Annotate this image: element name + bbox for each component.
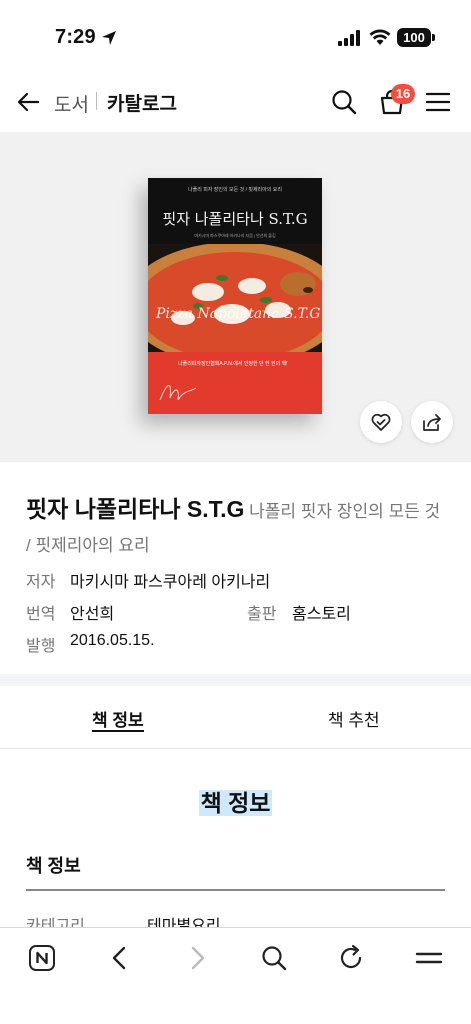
sub-heading-rule bbox=[26, 889, 445, 891]
tab-book-recommendation[interactable]: 책 추천 bbox=[328, 706, 380, 731]
content-tabs: 책 정보 책 추천 bbox=[0, 686, 471, 749]
section-heading: 책 정보 bbox=[0, 784, 471, 818]
cellular-signal-icon bbox=[338, 30, 360, 46]
status-time: 7:29 bbox=[55, 26, 96, 48]
book-cover-image[interactable]: 나폴리 피자 장인의 모든 것 / 핏제리아의 요리 핏자 나폴리타나 S.T.… bbox=[148, 178, 322, 414]
publisher-label: 출판 bbox=[247, 606, 277, 623]
cover-subtitle: 나폴리 피자 장인의 모든 것 / 핏제리아의 요리 bbox=[188, 187, 282, 193]
top-navigation-bar: 도서 카탈로그 16 bbox=[0, 72, 471, 132]
browser-toolbar bbox=[0, 927, 471, 1024]
arrow-left-icon[interactable] bbox=[16, 90, 40, 114]
forward-chevron-icon[interactable] bbox=[183, 944, 211, 972]
location-arrow-icon bbox=[102, 31, 116, 45]
wifi-icon bbox=[369, 29, 391, 45]
book-title-block: 핏자 나폴리타나 S.T.G 나폴리 핏자 장인의 모든 것 / 핏제리아의 요… bbox=[26, 492, 446, 563]
pizza-photo bbox=[148, 244, 322, 352]
breadcrumb-current[interactable]: 카탈로그 bbox=[107, 89, 177, 116]
cover-script-text: Pizza Napoletana S.T.G bbox=[156, 306, 321, 322]
wishlist-button[interactable] bbox=[360, 401, 402, 443]
cover-title: 핏자 나폴리타나 S.T.G bbox=[162, 210, 308, 228]
back-chevron-icon[interactable] bbox=[106, 944, 134, 972]
cover-author-line: 마키시마 파스쿠아레 아키나리 지음 | 안선희 옮김 bbox=[194, 233, 276, 238]
status-bar: 7:29 100 bbox=[0, 0, 471, 72]
tab-book-info[interactable]: 책 정보 bbox=[92, 706, 144, 731]
search-icon[interactable] bbox=[331, 89, 357, 115]
book-info-panel: 핏자 나폴리타나 S.T.G 나폴리 핏자 장인의 모든 것 / 핏제리아의 요… bbox=[0, 462, 471, 674]
search-icon[interactable] bbox=[260, 944, 288, 972]
hamburger-menu-icon[interactable] bbox=[426, 92, 450, 112]
breadcrumb-parent[interactable]: 도서 bbox=[54, 90, 89, 117]
cover-red-band: 나폴리피자장인협회A.P.N.에서 인정한 단 한 권의 책! bbox=[148, 352, 322, 414]
heart-check-icon bbox=[371, 413, 391, 431]
battery-tip bbox=[432, 34, 435, 41]
refresh-icon[interactable] bbox=[337, 944, 365, 972]
signature-mark bbox=[159, 385, 197, 401]
publish-date-label: 발행 bbox=[26, 638, 56, 655]
breadcrumb-divider bbox=[96, 92, 97, 110]
book-title: 핏자 나폴리타나 S.T.G bbox=[26, 496, 245, 522]
section-heading-text: 책 정보 bbox=[198, 790, 273, 816]
translator-value[interactable]: 안선희 bbox=[70, 600, 114, 624]
publish-date-value: 2016.05.15. bbox=[70, 632, 155, 649]
publisher-value[interactable]: 홈스토리 bbox=[292, 600, 351, 624]
share-button[interactable] bbox=[411, 401, 453, 443]
book-cover-area: 나폴리 피자 장인의 모든 것 / 핏제리아의 요리 핏자 나폴리타나 S.T.… bbox=[0, 132, 471, 462]
author-value[interactable]: 마키시마 파스쿠아레 아키나리 bbox=[70, 568, 270, 592]
cover-top-panel: 나폴리 피자 장인의 모든 것 / 핏제리아의 요리 핏자 나폴리타나 S.T.… bbox=[148, 178, 322, 244]
share-icon bbox=[423, 414, 441, 431]
active-tab-indicator bbox=[92, 730, 144, 732]
naver-home-icon[interactable] bbox=[28, 944, 56, 972]
section-divider bbox=[0, 674, 471, 686]
cart-count-badge: 16 bbox=[391, 84, 415, 104]
sub-heading: 책 정보 bbox=[26, 856, 81, 876]
translator-label: 번역 bbox=[26, 606, 56, 623]
menu-icon[interactable] bbox=[415, 944, 443, 972]
author-label: 저자 bbox=[26, 574, 56, 591]
cover-tagline: 나폴리피자장인협회A.P.N.에서 인정한 단 한 권의 책! bbox=[178, 361, 288, 367]
battery-indicator: 100 bbox=[397, 28, 431, 47]
